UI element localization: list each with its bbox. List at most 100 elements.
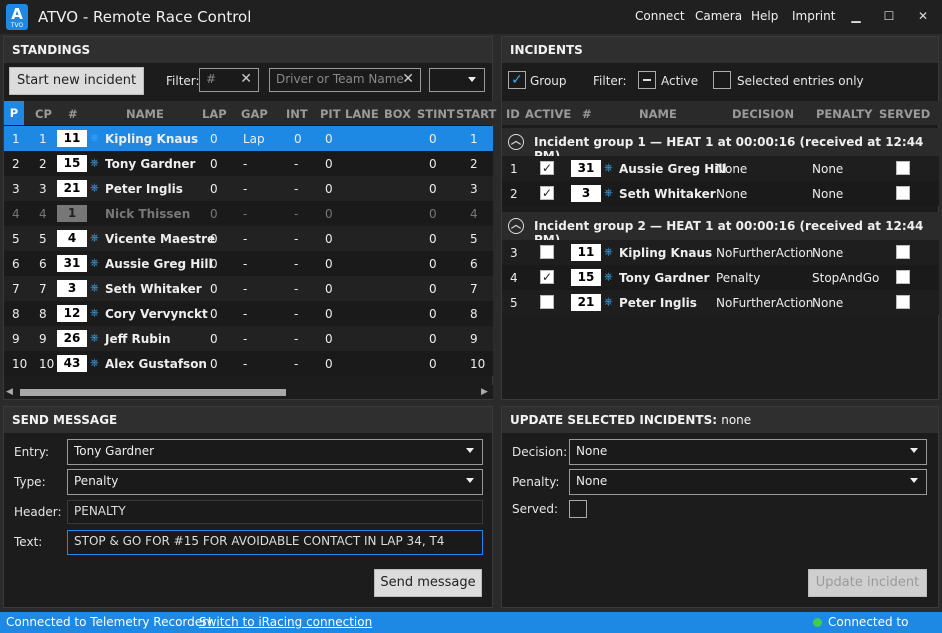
car-number-badge: 21 xyxy=(571,294,601,311)
group-checkbox[interactable]: ✓ xyxy=(508,71,526,89)
clear-icon: ✕ xyxy=(402,71,414,87)
entry-dropdown[interactable]: Tony Gardner xyxy=(67,439,483,465)
type-dropdown[interactable]: Penalty xyxy=(67,469,483,495)
app-logo: A TVO xyxy=(6,4,28,30)
steering-wheel-icon: ⎈ xyxy=(90,231,99,244)
minimize-icon[interactable]: ▁ xyxy=(847,7,865,25)
served-checkbox[interactable] xyxy=(896,245,910,259)
car-number-badge: 31 xyxy=(571,160,601,177)
table-row[interactable]: 7 7 3 ⎈ Seth Whitaker 0- -0 0 7 xyxy=(4,276,493,301)
served-checkbox[interactable] xyxy=(896,295,910,309)
incident-row[interactable]: 5 21 ⎈ Peter Inglis NoFurtherAction None xyxy=(502,290,939,315)
incidents-filter-label: Filter: xyxy=(593,74,627,88)
switch-connection-link[interactable]: Switch to iRacing connection xyxy=(199,612,372,633)
chevron-down-icon xyxy=(910,448,918,453)
update-incident-button[interactable]: Update incident xyxy=(808,569,927,597)
standings-header: P CP # NAME LAP GAP INT PIT LANE BOX STI… xyxy=(4,101,496,125)
send-message-button[interactable]: Send message xyxy=(374,569,482,597)
text-input[interactable]: STOP & GO FOR #15 FOR AVOIDABLE CONTACT … xyxy=(67,530,483,555)
steering-wheel-icon: ⎈ xyxy=(604,161,613,174)
car-number-badge: 11 xyxy=(571,244,601,261)
close-icon[interactable]: ✕ xyxy=(914,7,932,25)
chevron-down-icon xyxy=(468,77,476,82)
start-incident-button[interactable]: Start new incident xyxy=(9,67,144,95)
horizontal-scrollbar[interactable]: ◀ ▶ xyxy=(4,385,493,399)
active-checkbox[interactable] xyxy=(540,295,554,309)
table-row[interactable]: 6 6 31 ⎈ Aussie Greg Hill 0- -0 0 6 xyxy=(4,251,493,276)
car-number-badge: 15 xyxy=(57,155,87,172)
steering-wheel-icon: ⎈ xyxy=(90,331,99,344)
filter-dropdown[interactable] xyxy=(429,68,485,92)
decision-dropdown[interactable]: None xyxy=(569,439,927,465)
incidents-panel: INCIDENTS ✓ Group Filter: Active Selecte… xyxy=(501,36,939,400)
steering-wheel-icon: ⎈ xyxy=(604,270,613,283)
incident-row[interactable]: 3 11 ⎈ Kipling Knaus NoFurtherAction None xyxy=(502,240,939,265)
app-title: ATVO - Remote Race Control xyxy=(38,8,252,26)
incident-row[interactable]: 1 ✓ 31 ⎈ Aussie Greg Hill None None xyxy=(502,156,939,181)
header-label: Header: xyxy=(14,505,62,519)
collapse-icon: ︿ xyxy=(508,218,524,234)
incident-row[interactable]: 2 ✓ 3 ⎈ Seth Whitaker None None xyxy=(502,181,939,206)
table-row[interactable]: 5 5 4 ⎈ Vicente Maestre 0- -0 0 5 xyxy=(4,226,493,251)
served-checkbox[interactable] xyxy=(896,270,910,284)
table-row[interactable]: 4 4 1 Nick Thissen 0- -0 0 4 xyxy=(4,201,493,226)
group-label: Group xyxy=(530,74,567,88)
maximize-icon[interactable]: ☐ xyxy=(880,7,898,25)
decision-label: Decision: xyxy=(512,445,568,459)
menu-help[interactable]: Help xyxy=(751,9,778,23)
steering-wheel-icon: ⎈ xyxy=(604,245,613,258)
steering-wheel-icon: ⎈ xyxy=(604,295,613,308)
incident-row[interactable]: 4 ✓ 15 ⎈ Tony Gardner Penalty StopAndGo xyxy=(502,265,939,290)
active-checkbox[interactable]: ✓ xyxy=(540,186,554,200)
car-number-badge: 3 xyxy=(57,280,87,297)
header-input[interactable]: PENALTY xyxy=(67,500,483,524)
menu-camera[interactable]: Camera xyxy=(695,9,742,23)
active-filter-checkbox[interactable] xyxy=(638,71,656,89)
menu-connect[interactable]: Connect xyxy=(635,9,685,23)
menu-imprint[interactable]: Imprint xyxy=(792,9,835,23)
incident-group-header[interactable]: ︿ Incident group 2 — HEAT 1 at 00:00:16 … xyxy=(502,212,939,247)
collapse-icon: ︿ xyxy=(508,134,524,150)
filter-number-input[interactable]: # ✕ xyxy=(199,68,259,92)
steering-wheel-icon: ⎈ xyxy=(90,156,99,169)
served-checkbox[interactable] xyxy=(569,500,587,518)
connection-status-icon xyxy=(813,618,822,627)
update-title: UPDATE SELECTED INCIDENTS: none xyxy=(502,407,938,433)
incidents-header: ID ACTIVE # NAME DECISION PENALTY SERVED xyxy=(502,101,939,125)
car-number-badge: 11 xyxy=(57,130,87,147)
selected-only-label: Selected entries only xyxy=(737,74,864,88)
steering-wheel-icon: ⎈ xyxy=(90,306,99,319)
car-number-badge: 31 xyxy=(57,255,87,272)
steering-wheel-icon: ⎈ xyxy=(604,186,613,199)
served-checkbox[interactable] xyxy=(896,161,910,175)
send-message-title: SEND MESSAGE xyxy=(4,407,492,433)
standings-title: STANDINGS xyxy=(4,37,492,63)
served-checkbox[interactable] xyxy=(896,186,910,200)
selected-only-checkbox[interactable] xyxy=(713,71,731,89)
standings-panel: STANDINGS Start new incident Filter: # ✕ … xyxy=(3,36,496,400)
table-row[interactable]: 1 1 11 ⎈ Kipling Knaus 0 Lap 0 0 0 1 xyxy=(4,126,493,151)
title-bar: A TVO ATVO - Remote Race Control Connect … xyxy=(0,0,942,34)
car-number-badge: 43 xyxy=(57,355,87,372)
steering-wheel-icon: ⎈ xyxy=(90,181,99,194)
table-row[interactable]: 8 8 12 ⎈ Cory Vervynckt 0- -0 0 8 xyxy=(4,301,493,326)
penalty-label: Penalty: xyxy=(512,475,560,489)
table-row[interactable]: 10 10 43 ⎈ Alex Gustafson 0- -0 0 10 xyxy=(4,351,493,376)
active-checkbox[interactable] xyxy=(540,245,554,259)
scroll-left-icon: ◀ xyxy=(6,387,13,397)
incidents-title: INCIDENTS xyxy=(502,37,938,63)
status-text: Connected to Telemetry Recorder! xyxy=(6,615,212,629)
table-row[interactable]: 2 2 15 ⎈ Tony Gardner 0- -0 0 2 xyxy=(4,151,493,176)
status-bar: Connected to Telemetry Recorder! Switch … xyxy=(0,612,942,633)
active-checkbox[interactable]: ✓ xyxy=(540,161,554,175)
penalty-dropdown[interactable]: None xyxy=(569,469,927,495)
update-incidents-panel: UPDATE SELECTED INCIDENTS: none Decision… xyxy=(501,406,939,608)
filter-name-input[interactable]: Driver or Team Name ✕ xyxy=(269,68,421,92)
table-row[interactable]: 3 3 21 ⎈ Peter Inglis 0- -0 0 3 xyxy=(4,176,493,201)
steering-wheel-icon: ⎈ xyxy=(90,131,99,144)
table-row[interactable]: 9 9 26 ⎈ Jeff Rubin 0- -0 0 9 xyxy=(4,326,493,351)
car-number-badge: 3 xyxy=(571,185,601,202)
incident-group-header[interactable]: ︿ Incident group 1 — HEAT 1 at 00:00:16 … xyxy=(502,128,939,163)
active-checkbox[interactable]: ✓ xyxy=(540,270,554,284)
chevron-down-icon xyxy=(910,478,918,483)
